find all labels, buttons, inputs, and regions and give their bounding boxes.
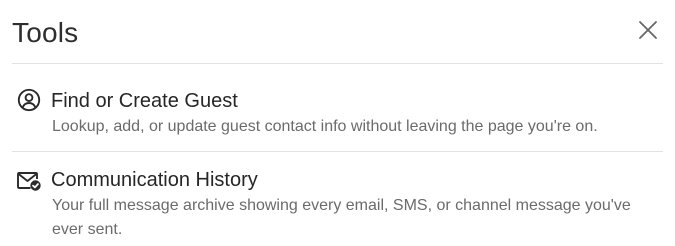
close-icon xyxy=(639,21,657,39)
tool-name: Find or Create Guest xyxy=(51,90,238,112)
tool-description: Lookup, add, or update guest contact inf… xyxy=(52,118,598,135)
tool-description: Your full message archive showing every … xyxy=(52,197,631,238)
user-circle-icon xyxy=(16,87,42,113)
envelope-check-icon xyxy=(16,168,42,194)
tools-panel: Tools Find or Create Guest Lookup, add, … xyxy=(0,0,675,246)
tool-item-find-or-create-guest[interactable]: Find or Create Guest Lookup, add, or upd… xyxy=(12,64,663,152)
panel-header: Tools xyxy=(12,0,663,64)
tool-item-communication-history[interactable]: Communication History Your full message … xyxy=(12,152,663,246)
panel-title: Tools xyxy=(12,17,79,48)
close-button[interactable] xyxy=(637,19,659,41)
tool-name: Communication History xyxy=(51,169,258,191)
